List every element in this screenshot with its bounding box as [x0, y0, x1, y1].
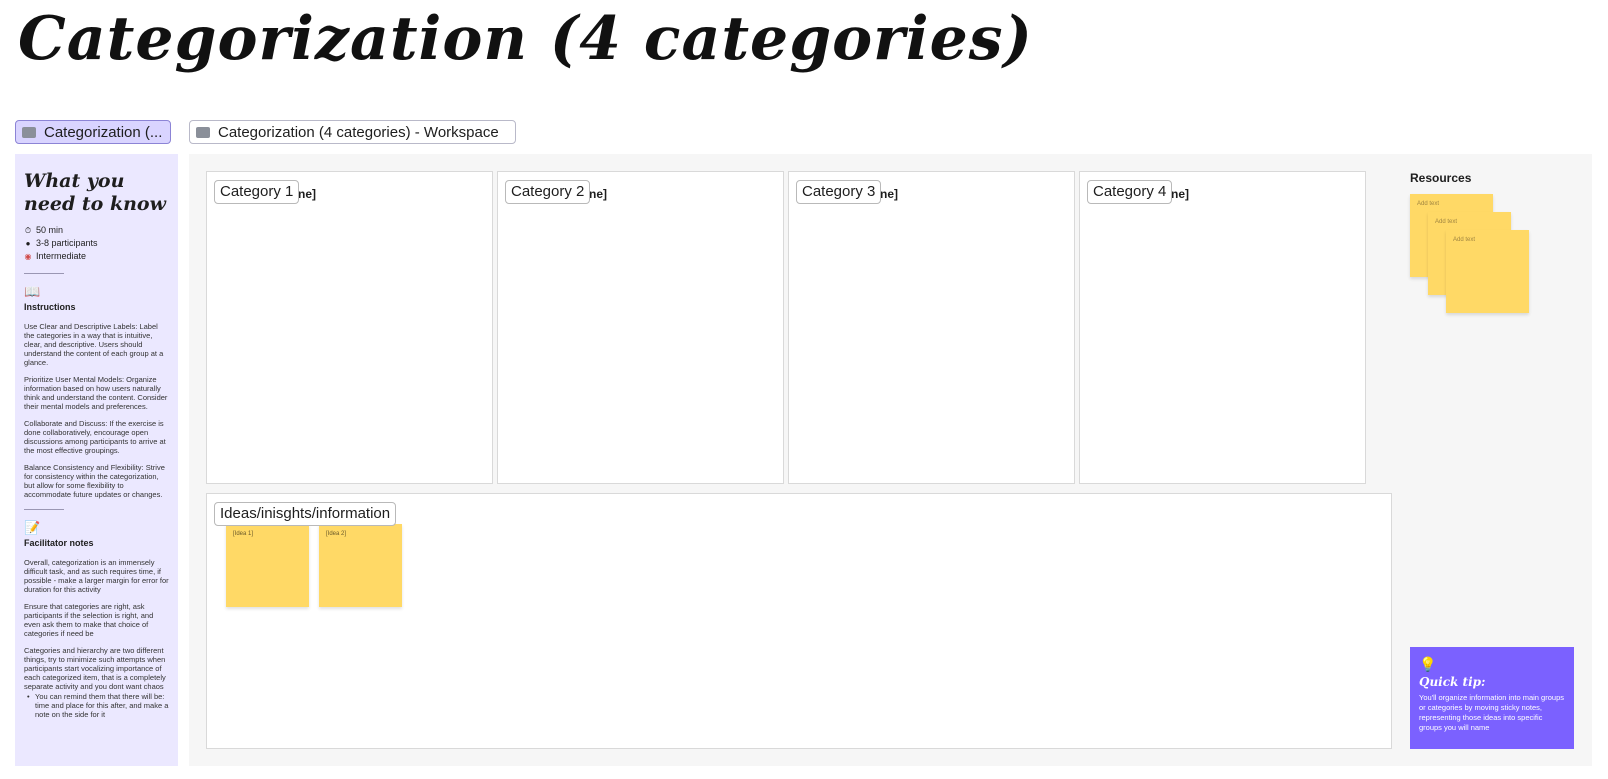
category-box[interactable]: Category 4 ne]: [1079, 171, 1366, 484]
category-label[interactable]: Category 2: [505, 180, 591, 204]
timer-icon: ⏱: [24, 225, 32, 235]
sticky-note[interactable]: [Idea 2]: [319, 524, 402, 607]
meta-level: ◉ Intermediate: [24, 251, 87, 261]
frame-tag-categorization[interactable]: Categorization (...: [15, 120, 171, 144]
meta-duration: ⏱ 50 min: [24, 225, 64, 235]
category-label[interactable]: Category 3: [796, 180, 882, 204]
info-panel: What you need to know ⏱ 50 min ● 3-8 par…: [15, 154, 178, 766]
quick-tip-card: 💡 Quick tip: You'll organize information…: [1410, 647, 1574, 749]
page-title: Categorization (4 categories): [18, 4, 1033, 74]
category-box[interactable]: Category 1 ne]: [206, 171, 493, 484]
category-ghost-text: ne]: [589, 187, 607, 201]
tip-title: Quick tip:: [1419, 675, 1486, 689]
instruction-paragraph: Prioritize User Mental Models: Organize …: [24, 375, 168, 411]
instruction-paragraph: Balance Consistency and Flexibility: Str…: [24, 463, 165, 499]
category-box[interactable]: Category 2 ne]: [497, 171, 784, 484]
divider: [24, 273, 64, 274]
facilitator-paragraph: Categories and hierarchy are two differe…: [24, 646, 166, 691]
facilitator-paragraph: Overall, categorization is an immensely …: [24, 558, 169, 594]
tip-text: You'll organize information into main gr…: [1419, 693, 1564, 732]
people-icon: ●: [25, 238, 31, 248]
resources-title: Resources: [1410, 171, 1472, 185]
folder-icon: [196, 126, 210, 138]
workspace-frame[interactable]: Category 1 ne] Category 2 ne] Category 3…: [189, 154, 1592, 766]
category-box[interactable]: Category 3 ne]: [788, 171, 1075, 484]
instruction-paragraph: Collaborate and Discuss: If the exercise…: [24, 419, 166, 455]
category-ghost-text: ne]: [880, 187, 898, 201]
instructions-title: Instructions: [24, 302, 76, 312]
category-label[interactable]: Category 1: [214, 180, 300, 204]
facilitator-paragraph: Ensure that categories are right, ask pa…: [24, 602, 154, 638]
facilitator-bullet: You can remind them that there will be: …: [24, 692, 169, 719]
category-ghost-text: ne]: [1171, 187, 1189, 201]
lightbulb-icon: 💡: [1419, 656, 1437, 672]
resource-sticky-note[interactable]: Add text: [1446, 230, 1529, 313]
memo-icon: 📝: [24, 520, 41, 535]
frame-tag-workspace[interactable]: Categorization (4 categories) - Workspac…: [189, 120, 516, 144]
folder-icon: [22, 126, 36, 138]
frame-tag-label: Categorization (4 categories) - Workspac…: [218, 123, 499, 141]
category-label[interactable]: Category 4: [1087, 180, 1173, 204]
divider: [24, 509, 64, 510]
sticky-note[interactable]: [Idea 1]: [226, 524, 309, 607]
book-icon: 📖: [24, 284, 41, 299]
meta-participants: ● 3-8 participants: [25, 238, 98, 248]
target-icon: ◉: [24, 251, 32, 261]
ideas-box[interactable]: Ideas/inisghts/information [Idea 1] [Ide…: [206, 493, 1392, 749]
info-heading: What you need to know: [24, 170, 166, 215]
instruction-paragraph: Use Clear and Descriptive Labels: Label …: [24, 322, 164, 367]
category-ghost-text: ne]: [298, 187, 316, 201]
facilitator-title: Facilitator notes: [24, 538, 94, 548]
ideas-label[interactable]: Ideas/inisghts/information: [214, 502, 397, 526]
frame-tag-label: Categorization (...: [44, 123, 163, 141]
